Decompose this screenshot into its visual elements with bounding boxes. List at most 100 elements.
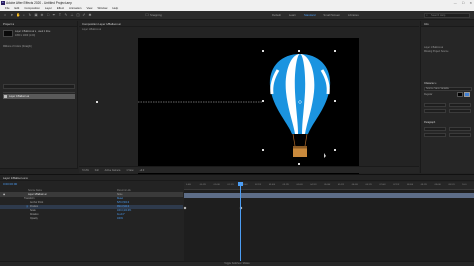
transform-handle[interactable]: [262, 50, 264, 52]
workspace-tabs: Default Learn Standard Small Screen Libr…: [272, 11, 359, 20]
space-before-field[interactable]: [424, 133, 446, 137]
position-keyframe[interactable]: [183, 206, 187, 210]
transform-handle[interactable]: [262, 149, 264, 151]
exposure-value[interactable]: +0.0: [139, 167, 144, 173]
info-tab[interactable]: Info: [421, 21, 474, 27]
timeline-footer[interactable]: Toggle Switches / Modes: [0, 261, 474, 266]
timeline-tab[interactable]: Layer 1/Balloon.ai ≡: [0, 175, 474, 181]
clone-stamp-tool-icon[interactable]: ⊥: [70, 13, 74, 17]
workspace-standard[interactable]: Standard: [304, 11, 315, 20]
stroke-color-swatch[interactable]: [457, 92, 463, 97]
timeline-track-area[interactable]: 0:00f 00:12f 01:00f 01:12f 02:00f 02:12f 03:00…: [183, 182, 474, 266]
tools-panel: ⌂ ➤ ✋ ⌕ ↻ ▣ ⊕ □ ✒ T ✎ ⊥ ◫ ✐ ✱ ☐ Snapping…: [0, 11, 474, 20]
search-icon: ⌕: [426, 13, 428, 17]
brush-tool-icon[interactable]: ✎: [64, 13, 68, 17]
space-after-field[interactable]: [449, 133, 471, 137]
paragraph-tab[interactable]: Paragraph: [424, 121, 435, 124]
composition-canvas[interactable]: [98, 38, 359, 180]
project-item-thumbnail: [3, 30, 13, 37]
ruler-tick-label: 01:00f: [213, 184, 220, 186]
info-layer-status: Missing Project Source: [424, 50, 449, 53]
ruler-tick-label: 04:12f: [310, 184, 317, 186]
transform-handle[interactable]: [334, 149, 336, 151]
search-help-placeholder: Search Help: [431, 14, 446, 17]
motion-path-keyframe[interactable]: [96, 101, 98, 103]
leading-field[interactable]: [449, 103, 471, 107]
layer-duration-bar[interactable]: [184, 193, 474, 198]
balloon-rope-right: [304, 133, 308, 147]
resolution-select[interactable]: Full: [95, 167, 99, 173]
workspace-small-screen[interactable]: Small Screen: [323, 11, 340, 20]
ruler-tick-label: 06:12f: [365, 184, 372, 186]
project-item-colors: Millions of Colors (Straight): [3, 45, 32, 48]
type-tool-icon[interactable]: T: [58, 13, 62, 17]
playhead[interactable]: [240, 182, 241, 266]
pen-tool-icon[interactable]: ✒: [52, 13, 56, 17]
eraser-tool-icon[interactable]: ◫: [76, 13, 80, 17]
indent-right-field[interactable]: [449, 127, 471, 131]
balloon-rope-left: [292, 133, 296, 147]
info-layer-name: Layer 1 Balloon.ai: [424, 46, 444, 49]
camera-tool-icon[interactable]: ▣: [34, 13, 38, 17]
snapping-checkbox[interactable]: ☐: [145, 13, 149, 17]
time-ruler[interactable]: 0:00f 00:12f 01:00f 01:12f 02:00f 02:12f 03:00…: [184, 182, 474, 190]
project-item-dimensions: 1050 x 1000 (1.00): [15, 34, 36, 37]
home-icon[interactable]: ⌂: [3, 13, 7, 17]
workspace-learn[interactable]: Learn: [289, 11, 296, 20]
composition-breadcrumb[interactable]: Layer 1/Balloon.ai: [82, 28, 101, 31]
property-row-opacity[interactable]: Opacity 100%: [0, 217, 183, 221]
property-value[interactable]: 100%: [117, 217, 123, 221]
layer-list: ◉ Layer 1/Balloon.ai None Transform Rese…: [0, 193, 183, 266]
project-item-name: Layer 1/Balloon.ai: [9, 95, 30, 98]
transform-handle[interactable]: [298, 50, 300, 52]
ruler-tick-label: 08:00f: [406, 184, 414, 186]
window-title: Adobe After Effects 2020 - Untitled Proj…: [6, 1, 72, 5]
indent-left-field[interactable]: [424, 127, 446, 131]
after-effects-logo-icon: Ae: [1, 1, 5, 5]
tracking-field[interactable]: [449, 109, 471, 113]
font-family-value: Source Sans Variable: [426, 87, 449, 90]
ruler-tick-label: 09:12f: [448, 184, 455, 186]
camera-select[interactable]: Active Camera: [105, 167, 121, 173]
transform-handle[interactable]: [334, 50, 336, 52]
transform-handle[interactable]: [262, 100, 264, 102]
balloon-artwork[interactable]: [98, 38, 359, 180]
rectangle-tool-icon[interactable]: □: [46, 13, 50, 17]
composition-panel: Composition Layer 1/Balloon.ai Layer 1/B…: [79, 21, 419, 180]
search-help-input[interactable]: ⌕ Search Help: [424, 13, 470, 18]
ruler-tick-label: 05:12f: [337, 184, 344, 186]
rotate-tool-icon[interactable]: ↻: [28, 13, 32, 17]
pan-behind-tool-icon[interactable]: ⊕: [40, 13, 44, 17]
project-column-header: [3, 91, 75, 93]
ruler-tick-label: 07:12f: [393, 184, 400, 186]
project-footer-bar: [0, 168, 78, 173]
snapping-label: Snapping: [150, 13, 162, 17]
ruler-tick-label: 06:00f: [351, 184, 358, 186]
playhead-handle[interactable]: [238, 182, 243, 186]
selection-tool-icon[interactable]: ➤: [10, 13, 14, 17]
puppet-tool-icon[interactable]: ✱: [88, 13, 92, 17]
project-panel: Project ≡ Layer 1 Balloon.ai ▾ , used 1 …: [0, 21, 78, 173]
transform-handle[interactable]: [334, 100, 336, 102]
ruler-tick-label: 08:12f: [420, 184, 427, 186]
zoom-tool-icon[interactable]: ⌕: [22, 13, 26, 17]
character-tab[interactable]: Character ≡: [424, 82, 437, 85]
zoom-level[interactable]: 72.2%: [82, 167, 89, 173]
roto-brush-tool-icon[interactable]: ✐: [82, 13, 86, 17]
right-panels: Info Layer 1 Balloon.ai Missing Project …: [420, 21, 474, 173]
composition-tab[interactable]: Composition Layer 1/Balloon.ai: [79, 21, 419, 27]
project-list-item[interactable]: Layer 1/Balloon.ai: [3, 94, 75, 99]
ruler-tick-label: 0:00f: [186, 184, 191, 186]
fill-color-swatch[interactable]: [464, 92, 470, 97]
hand-tool-icon[interactable]: ✋: [16, 13, 20, 17]
transform-handle[interactable]: [298, 163, 300, 165]
view-layout-select[interactable]: 1 View: [126, 167, 133, 173]
property-name: Opacity: [30, 218, 38, 220]
font-size-field[interactable]: [424, 103, 446, 107]
project-tab[interactable]: Project ≡: [0, 21, 77, 27]
kerning-field[interactable]: [424, 109, 446, 113]
project-search-input[interactable]: [3, 84, 75, 89]
workspace-libraries[interactable]: Libraries: [348, 11, 359, 20]
current-time-display[interactable]: 0:00:00:00: [3, 182, 17, 186]
workspace-default[interactable]: Default: [272, 11, 281, 20]
